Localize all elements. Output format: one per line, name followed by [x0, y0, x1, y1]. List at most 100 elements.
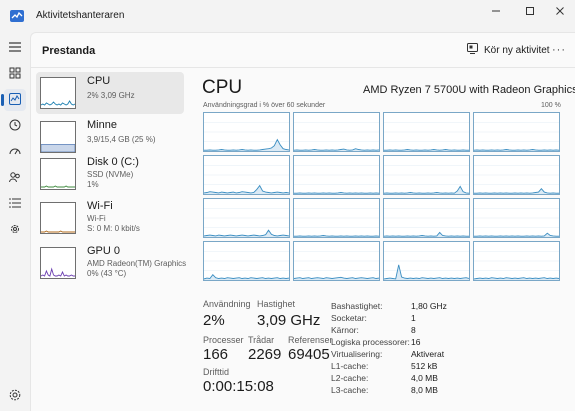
resource-detail: AMD Radeon(TM) Graphics — [87, 259, 187, 268]
core-usage-line — [294, 276, 379, 279]
resource-gpu[interactable]: GPU 0 AMD Radeon(TM) Graphics 0% (43 °C) — [36, 242, 187, 284]
core-graph-14 — [383, 241, 470, 281]
usage-label: Användning — [203, 299, 251, 309]
page-title: Prestanda — [42, 45, 96, 57]
spec-value: 8 — [411, 325, 416, 335]
core-usage-area — [204, 274, 289, 280]
resource-cpu[interactable]: CPU 2% 3,09 GHz — [36, 72, 184, 114]
thumbnail-usage-line — [41, 185, 75, 188]
run-task-icon — [467, 43, 478, 57]
disk-thumbnail — [40, 158, 76, 190]
maximize-button[interactable] — [514, 0, 546, 22]
core-usage-line — [294, 148, 379, 151]
core-graph-15 — [473, 241, 560, 281]
spec-label: Socketar: — [331, 313, 367, 323]
resource-wifi[interactable]: Wi-Fi Wi-Fi S: 0 M: 0 kbit/s — [36, 197, 184, 239]
more-options-button[interactable]: ··· — [549, 41, 569, 59]
minimize-button[interactable] — [480, 0, 512, 22]
core-graph-10 — [383, 198, 470, 238]
nav-details[interactable] — [4, 193, 26, 215]
core-graph-0 — [203, 112, 290, 152]
core-usage-line — [204, 229, 289, 237]
usage-graph-caption: Användningsgrad i % över 60 sekunder — [203, 102, 326, 109]
details-icon — [9, 197, 21, 212]
spec-value: 16 — [411, 337, 421, 347]
core-usage-line — [384, 231, 469, 237]
core-graph-2 — [383, 112, 470, 152]
resource-disk[interactable]: Disk 0 (C:) SSD (NVMe) 1% — [36, 153, 184, 195]
core-usage-line — [294, 192, 379, 194]
title-bar: Aktivitetshanteraren — [0, 0, 575, 32]
resource-detail: 3,9/15,4 GB (25 %) — [87, 135, 156, 144]
cpu-heading: CPU — [202, 77, 243, 98]
core-usage-line — [294, 235, 379, 237]
resource-detail-2: S: 0 M: 0 kbit/s — [87, 224, 140, 233]
resource-detail: SSD (NVMe) — [87, 170, 134, 179]
thumbnail-usage-line — [41, 267, 75, 277]
gpu-thumbnail — [40, 247, 76, 279]
window-title: Aktivitetshanteraren — [36, 10, 125, 21]
more-icon: ··· — [552, 44, 566, 56]
threads-label: Trådar — [248, 335, 275, 345]
resource-detail: 2% 3,09 GHz — [87, 91, 135, 100]
resource-name: Disk 0 (C:) — [87, 156, 139, 168]
run-new-task-button[interactable]: Kör ny aktivitet — [467, 43, 550, 57]
core-graph-1 — [293, 112, 380, 152]
usage-graph-max: 100 % — [541, 102, 561, 109]
performance-icon — [9, 92, 21, 108]
spec-value: 8,0 MB — [411, 385, 438, 395]
core-graph-3 — [473, 112, 560, 152]
resource-name: CPU — [87, 75, 111, 87]
spec-value: Aktiverat — [411, 349, 445, 359]
nav-settings[interactable] — [4, 385, 26, 407]
spec-label: Bashastighet: — [331, 301, 383, 311]
nav-app-history[interactable] — [4, 115, 26, 137]
spec-label: L3-cache: — [331, 385, 369, 395]
resource-detail-2: 0% (43 °C) — [87, 269, 127, 278]
processes-label: Processer — [203, 335, 244, 345]
header-divider — [31, 67, 575, 68]
core-graph-11 — [473, 198, 560, 238]
core-graph-6 — [383, 155, 470, 195]
spec-label: L2-cache: — [331, 373, 369, 383]
spec-label: Kärnor: — [331, 325, 359, 335]
run-new-task-label: Kör ny aktivitet — [484, 44, 550, 56]
core-usage-line — [204, 184, 289, 194]
nav-processes[interactable] — [4, 63, 26, 85]
thumbnail-usage-line — [41, 230, 75, 233]
resource-name: Wi-Fi — [87, 200, 113, 212]
hamburger-icon — [9, 41, 21, 55]
speed-label: Hastighet — [257, 299, 296, 309]
resource-name: Minne — [87, 119, 117, 131]
resource-memory[interactable]: Minne 3,9/15,4 GB (25 %) — [36, 116, 184, 158]
uptime-label: Drifttid — [203, 367, 230, 377]
nav-users[interactable] — [4, 167, 26, 189]
spec-value: 4,0 MB — [411, 373, 438, 383]
spec-value: 512 kB — [411, 361, 438, 371]
uptime-value: 0:00:15:08 — [203, 378, 274, 395]
hamburger-menu-button[interactable] — [4, 37, 26, 59]
memory-thumbnail — [40, 121, 76, 153]
core-usage-line — [384, 149, 469, 151]
handles-value: 69405 — [288, 346, 330, 363]
users-icon — [9, 171, 21, 186]
nav-performance[interactable] — [1, 89, 26, 111]
spec-value: 1,80 GHz — [411, 301, 447, 311]
core-usage-line — [474, 188, 559, 194]
processes-icon — [9, 67, 21, 82]
settings-icon — [9, 389, 21, 404]
thumbnail-usage-line — [41, 100, 75, 106]
close-button[interactable] — [544, 0, 575, 22]
navigation-rail — [0, 32, 30, 411]
nav-services[interactable] — [4, 219, 26, 241]
core-graph-5 — [293, 155, 380, 195]
core-usage-line — [204, 274, 289, 280]
nav-startup[interactable] — [4, 141, 26, 163]
handles-label: Referenser — [288, 335, 333, 345]
cpu-thumbnail — [40, 77, 76, 109]
resource-detail-2: 1% — [87, 180, 99, 189]
spec-label: L1-cache: — [331, 361, 369, 371]
task-manager-logo-icon — [10, 10, 24, 22]
core-graph-12 — [203, 241, 290, 281]
speed-value: 3,09 GHz — [257, 312, 321, 329]
